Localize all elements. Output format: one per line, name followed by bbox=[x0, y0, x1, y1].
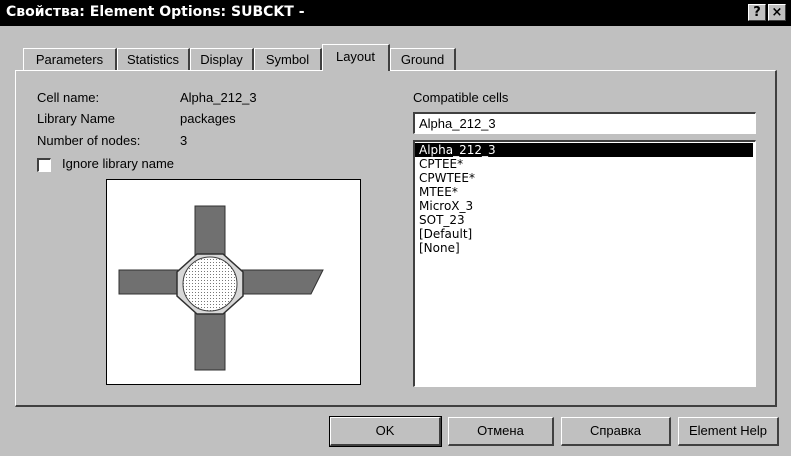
ok-button[interactable]: OK bbox=[329, 416, 442, 447]
layout-preview bbox=[106, 179, 361, 385]
compatible-cell-input[interactable]: Alpha_212_3 bbox=[413, 112, 756, 134]
bottom-pad bbox=[194, 309, 226, 371]
footprint-drawing bbox=[118, 205, 324, 371]
tab-label: Parameters bbox=[35, 52, 104, 67]
cell-name-value: Alpha_212_3 bbox=[180, 90, 257, 105]
cancel-button[interactable]: Отмена bbox=[448, 417, 554, 446]
library-name-value: packages bbox=[180, 111, 236, 126]
compatible-cells-label: Compatible cells bbox=[413, 90, 509, 105]
number-of-nodes-label: Number of nodes: bbox=[37, 133, 141, 148]
tab-layout[interactable]: Layout bbox=[322, 44, 390, 71]
help-button[interactable]: Справка bbox=[561, 417, 671, 446]
ignore-library-name-label[interactable]: Ignore library name bbox=[62, 156, 174, 171]
list-item[interactable]: SOT_23 bbox=[415, 213, 755, 227]
list-item[interactable]: MTEE* bbox=[415, 185, 755, 199]
tab-ground[interactable]: Ground bbox=[390, 48, 456, 70]
element-help-button[interactable]: Element Help bbox=[678, 417, 779, 446]
package-center bbox=[182, 256, 238, 312]
top-pad bbox=[194, 205, 226, 259]
list-item[interactable]: [Default] bbox=[415, 227, 755, 241]
window-title: Свойства: Element Options: SUBCKT - bbox=[6, 4, 305, 20]
list-item[interactable]: MicroX_3 bbox=[415, 199, 755, 213]
tab-label: Display bbox=[200, 52, 243, 67]
library-name-label: Library Name bbox=[37, 111, 116, 126]
tab-statistics[interactable]: Statistics bbox=[117, 48, 190, 70]
tab-label: Layout bbox=[335, 49, 376, 64]
tab-symbol[interactable]: Symbol bbox=[254, 48, 322, 70]
tab-parameters[interactable]: Parameters bbox=[23, 48, 117, 70]
tab-label: Ground bbox=[400, 52, 445, 67]
number-of-nodes-value: 3 bbox=[180, 133, 188, 148]
list-item[interactable]: [None] bbox=[415, 241, 755, 255]
cell-name-label: Cell name: bbox=[37, 90, 100, 105]
tab-label: Statistics bbox=[126, 52, 179, 67]
compatible-cells-list[interactable]: Alpha_212_3 CPTEE* CPWTEE* MTEE* MicroX_… bbox=[413, 140, 756, 387]
list-item[interactable]: CPTEE* bbox=[415, 157, 755, 171]
list-item[interactable]: CPWTEE* bbox=[415, 171, 755, 185]
title-bar[interactable]: Свойства: Element Options: SUBCKT - ? × bbox=[0, 0, 791, 26]
ignore-library-name-checkbox[interactable] bbox=[37, 158, 51, 172]
close-icon[interactable]: × bbox=[768, 4, 786, 21]
tab-label: Symbol bbox=[265, 52, 310, 67]
tab-display[interactable]: Display bbox=[190, 48, 254, 70]
help-icon[interactable]: ? bbox=[748, 4, 766, 21]
right-pad bbox=[232, 269, 324, 295]
element-options-dialog: Свойства: Element Options: SUBCKT - ? × … bbox=[0, 0, 791, 456]
list-item[interactable]: Alpha_212_3 bbox=[415, 143, 753, 157]
